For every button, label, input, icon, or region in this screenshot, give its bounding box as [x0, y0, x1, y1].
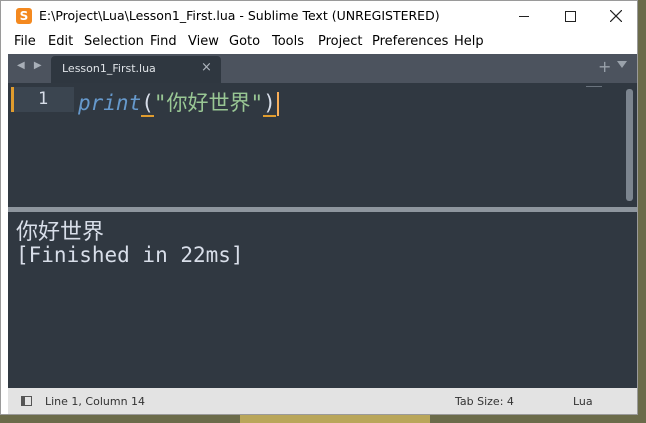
status-syntax[interactable]: Lua [573, 395, 593, 408]
code-editor[interactable]: 1 print("你好世界") [8, 83, 637, 207]
minimize-button[interactable] [501, 1, 547, 32]
menu-goto[interactable]: Goto [229, 34, 260, 49]
line-number: 1 [38, 89, 49, 109]
menu-find[interactable]: Find [150, 34, 177, 49]
minimap[interactable] [586, 86, 602, 87]
close-button[interactable] [593, 1, 637, 32]
minimize-icon [519, 16, 529, 17]
menu-selection[interactable]: Selection [84, 34, 144, 49]
menu-edit[interactable]: Edit [48, 34, 73, 49]
sublime-logo-icon: S [16, 8, 32, 24]
editor-scrollbar[interactable] [626, 89, 633, 201]
code-function: print [78, 91, 142, 115]
close-icon [610, 10, 622, 22]
tab-dropdown-icon[interactable] [617, 61, 627, 68]
status-cursor-position: Line 1, Column 14 [45, 395, 146, 408]
menu-bar: File Edit Selection Find View Goto Tools… [1, 32, 637, 54]
code-string: "你好世界" [153, 91, 264, 115]
output-text: 你好世界 [16, 220, 105, 245]
code-line[interactable]: print("你好世界") [78, 87, 279, 117]
maximize-icon [565, 11, 576, 22]
text-cursor [276, 92, 279, 116]
status-tab-size[interactable]: Tab Size: 4 [455, 395, 514, 408]
menu-tools[interactable]: Tools [272, 34, 304, 49]
menu-preferences[interactable]: Preferences [372, 34, 448, 49]
code-close-paren: ) [263, 91, 276, 117]
code-open-paren: ( [141, 91, 154, 117]
output-finished: [Finished in 22ms] [16, 243, 244, 267]
build-output-panel: 你好世界 [Finished in 22ms] [8, 212, 637, 388]
window-title: E:\Project\Lua\Lesson1_First.lua - Subli… [39, 8, 440, 23]
tab-bar: ◀ ▶ Lesson1_First.lua × + [8, 54, 637, 83]
tab-lesson1-first[interactable]: Lesson1_First.lua × [51, 56, 221, 83]
tab-close-icon[interactable]: × [201, 60, 212, 75]
new-tab-icon[interactable]: + [598, 57, 611, 76]
sublime-window: S E:\Project\Lua\Lesson1_First.lua - Sub… [0, 0, 638, 415]
tab-nav-arrows-icon[interactable]: ◀ ▶ [17, 60, 45, 71]
title-bar: S E:\Project\Lua\Lesson1_First.lua - Sub… [1, 1, 637, 32]
panel-toggle-icon[interactable] [21, 396, 32, 406]
desktop-background [240, 415, 430, 423]
menu-help[interactable]: Help [454, 34, 484, 49]
status-bar: Line 1, Column 14 Tab Size: 4 Lua [8, 388, 637, 414]
maximize-button[interactable] [547, 1, 593, 32]
tab-label: Lesson1_First.lua [62, 62, 156, 75]
menu-file[interactable]: File [14, 34, 36, 49]
menu-view[interactable]: View [188, 34, 219, 49]
menu-project[interactable]: Project [318, 34, 362, 49]
